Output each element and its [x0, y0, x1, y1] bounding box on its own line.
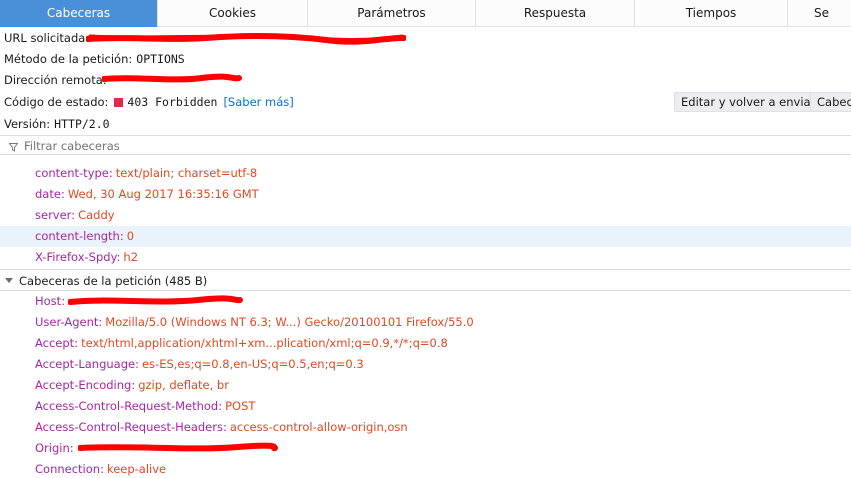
request-header-row: User-Agent: Mozilla/5.0 (Windows NT 6.3; … — [35, 315, 474, 329]
redaction-scribble — [102, 72, 242, 84]
request-headers-section-title: Cabeceras de la petición (485 B) — [19, 274, 208, 288]
request-header-row: Connection: keep-alive — [35, 462, 167, 476]
header-value: keep-alive — [106, 462, 167, 476]
raw-headers-button[interactable]: Cabec — [810, 92, 851, 112]
header-value: Caddy — [78, 208, 115, 222]
filter-bar — [0, 135, 851, 155]
request-header-row: Access-Control-Request-Method: POST — [35, 399, 256, 413]
response-header-row: X-Firefox-Spdy: h2 — [35, 250, 139, 264]
header-value: text/html,application/xhtml+xm...plicati… — [81, 336, 448, 350]
request-url-label: URL solicitada: — [4, 31, 90, 45]
http-version-row: Versión: HTTP/2.0 — [4, 114, 110, 134]
header-value: text/plain; charset=utf-8 — [115, 166, 258, 180]
tab-cookies[interactable]: Cookies — [158, 0, 308, 27]
header-name: User-Agent — [35, 315, 99, 329]
header-name: server — [35, 208, 72, 222]
redaction-scribble — [68, 294, 244, 306]
request-url-row: URL solicitada: — [4, 28, 89, 48]
header-name: Connection — [35, 462, 101, 476]
status-code-row: Código de estado: 403 Forbidden [Saber más… — [4, 92, 294, 112]
header-name: date — [35, 187, 61, 201]
response-header-row: date: Wed, 30 Aug 2017 16:35:16 GMT — [35, 187, 259, 201]
header-name: content-type — [35, 166, 109, 180]
tab-params[interactable]: Parámetros — [308, 0, 476, 27]
request-header-row: Accept-Encoding: gzip, deflate, br — [35, 378, 229, 392]
request-header-row: Accept-Language: es-ES,es;q=0.8,en-US;q=0… — [35, 357, 364, 371]
header-name: Accept — [35, 336, 75, 350]
header-value: Mozilla/5.0 (Windows NT 6.3; W...) Gecko… — [105, 315, 474, 329]
expand-triangle-icon — [5, 278, 13, 283]
details-tab-bar: Cabeceras Cookies Parámetros Respuesta T… — [0, 0, 851, 27]
collapsed-response-section-edge — [0, 155, 851, 160]
header-name: Accept-Encoding — [35, 378, 132, 392]
response-header-row: content-type: text/plain; charset=utf-8 — [35, 166, 258, 180]
edit-and-resend-button[interactable]: Editar y volver a enviar — [674, 92, 823, 112]
response-header-row-selected[interactable]: content-length: 0 — [0, 226, 851, 247]
header-value: 0 — [126, 229, 135, 243]
tab-headers[interactable]: Cabeceras — [0, 0, 158, 27]
header-name: Origin — [35, 441, 70, 455]
header-value: POST — [225, 399, 256, 413]
header-name: X-Firefox-Spdy — [35, 250, 117, 264]
redaction-scribble — [78, 441, 278, 453]
request-headers-section-toggle[interactable]: Cabeceras de la petición (485 B) — [0, 269, 851, 291]
filter-headers-input[interactable] — [24, 137, 844, 154]
request-header-row: Access-Control-Request-Headers: access-co… — [35, 420, 408, 434]
request-method-label: Método de la petición: — [4, 52, 133, 66]
header-value: access-control-allow-origin,osn — [229, 420, 408, 434]
tab-timings[interactable]: Tiempos — [635, 0, 788, 27]
request-header-row: Accept: text/html,application/xhtml+xm...… — [35, 336, 448, 350]
header-value: gzip, deflate, br — [138, 378, 229, 392]
request-method-row: Método de la petición: OPTIONS — [4, 49, 185, 69]
header-value: es-ES,es;q=0.8,en-US;q=0.5,en;q=0.3 — [141, 357, 364, 371]
learn-more-link[interactable]: [Saber más] — [223, 95, 293, 109]
tab-security-truncated[interactable]: Se — [788, 0, 851, 27]
redaction-scribble — [86, 31, 406, 45]
status-code-label: Código de estado: — [4, 95, 109, 109]
header-value: Wed, 30 Aug 2017 16:35:16 GMT — [67, 187, 259, 201]
request-method-value: OPTIONS — [136, 52, 185, 66]
header-name: Host — [35, 294, 62, 308]
status-error-icon — [114, 98, 124, 107]
filter-icon — [8, 141, 19, 152]
remote-address-label: Dirección remota: — [4, 73, 107, 87]
http-version-label: Versión: — [4, 117, 51, 131]
header-name: Access-Control-Request-Headers — [35, 420, 223, 434]
header-name: Access-Control-Request-Method — [35, 399, 219, 413]
divider — [90, 155, 198, 158]
remote-address-row: Dirección remota: — [4, 70, 107, 90]
tab-response[interactable]: Respuesta — [476, 0, 635, 27]
header-name: Accept-Language — [35, 357, 136, 371]
header-name: content-length — [35, 229, 120, 243]
status-code-value: 403 Forbidden — [127, 95, 218, 109]
http-version-value: HTTP/2.0 — [54, 117, 110, 131]
header-value: h2 — [123, 250, 139, 264]
response-header-row: server: Caddy — [35, 208, 115, 222]
